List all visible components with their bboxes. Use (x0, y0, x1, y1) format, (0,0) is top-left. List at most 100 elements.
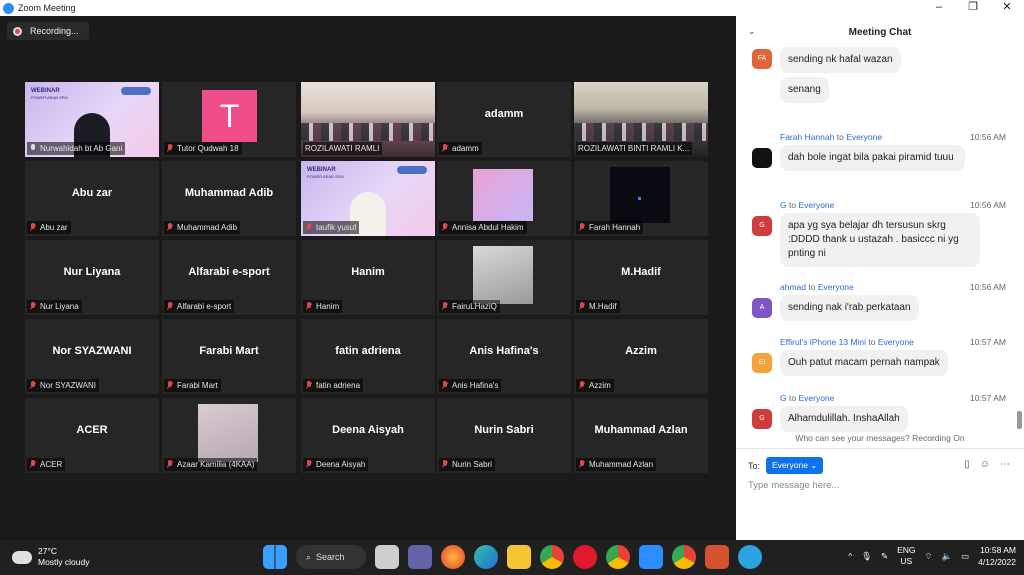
sender-name[interactable]: Farah Hannah (780, 132, 834, 142)
participant-name: Muhammad Adib (177, 223, 238, 232)
sender-name[interactable]: ahmad (780, 282, 806, 292)
message-sender[interactable]: G to Everyone (780, 200, 834, 210)
participant-tile[interactable]: ROZILAWATI RAMLI (301, 82, 435, 157)
message-bubble[interactable]: sending nk hafal wazan (780, 47, 901, 73)
message-sender[interactable]: Farah Hannah to Everyone (780, 132, 882, 142)
more-icon[interactable]: ⋯ (1000, 459, 1010, 470)
recipient-name[interactable]: Everyone (818, 282, 854, 292)
message-bubble[interactable]: Alhamdulillah. InshaAllah (780, 406, 908, 432)
windows-start-icon[interactable] (263, 545, 287, 569)
participant-tile[interactable]: WEBINAR POWER ARAB SPM taufik yusuf (301, 161, 435, 236)
chat-scrollbar[interactable] (1017, 411, 1022, 429)
muted-microphone-icon (441, 460, 449, 469)
task-view-icon[interactable] (375, 545, 399, 569)
message-sender[interactable]: Effirul's iPhone 13 Mini to Everyone (780, 337, 914, 347)
recipient-name[interactable]: Everyone (798, 393, 834, 403)
participant-tile[interactable]: Nur Liyana Nur Liyana (25, 240, 159, 315)
participant-tile[interactable]: fatin adriena fatin adriena (301, 319, 435, 394)
edge-icon[interactable] (474, 545, 498, 569)
zoom-icon[interactable] (639, 545, 663, 569)
participant-tile[interactable]: Azaar Kamilia (4KAA) (162, 398, 296, 473)
message-sender[interactable]: ahmad to Everyone (780, 282, 854, 292)
message-bubble[interactable]: apa yg sya belajar dh tersusun skrg :DDD… (780, 213, 980, 267)
clock[interactable]: 10:58 AM 4/12/2022 (978, 544, 1016, 568)
chrome-icon[interactable] (540, 545, 564, 569)
muted-microphone-icon (29, 223, 37, 232)
participant-tile[interactable]: Farah Hannah (574, 161, 708, 236)
message-bubble[interactable]: Ouh patut macam pernah nampak (780, 350, 948, 376)
participant-name-label: Abu zar (27, 221, 71, 234)
participant-tile[interactable]: ACER ACER (25, 398, 159, 473)
microphone-icon[interactable]: 🎙 (861, 551, 872, 562)
participant-tile[interactable]: ROZILAWATI BINTI RAMLI K... (574, 82, 708, 157)
chrome-alt-icon[interactable] (672, 545, 696, 569)
participant-tile[interactable]: Abu zar Abu zar (25, 161, 159, 236)
participant-tile[interactable]: M.Hadif M.Hadif (574, 240, 708, 315)
participant-tile[interactable]: Muhammad Adib Muhammad Adib (162, 161, 296, 236)
sender-avatar[interactable]: EI (752, 353, 772, 373)
volume-icon[interactable]: 🔈 (942, 551, 953, 562)
participant-tile[interactable]: Hanim Hanim (301, 240, 435, 315)
participant-tile[interactable]: Nor SYAZWANI Nor SYAZWANI (25, 319, 159, 394)
sender-name[interactable]: Effirul's iPhone 13 Mini (780, 337, 866, 347)
language-indicator[interactable]: ENG US (897, 545, 915, 567)
participant-name-label: M.Hadif (576, 300, 620, 313)
participant-tile[interactable]: FairuLHaziQ (437, 240, 571, 315)
message-sender[interactable]: G to Everyone (780, 393, 834, 403)
battery-icon[interactable]: ▭ (961, 551, 969, 562)
participant-tile[interactable]: T Tutor Qudwah 18 (162, 82, 296, 157)
maximize-button[interactable]: ❐ (956, 0, 990, 16)
file-explorer-icon[interactable] (507, 545, 531, 569)
recipient-name[interactable]: Everyone (878, 337, 914, 347)
recipient-name[interactable]: Everyone (798, 200, 834, 210)
participant-tile[interactable]: Azzim Azzim (574, 319, 708, 394)
sender-avatar[interactable]: G (752, 216, 772, 236)
message-bubble[interactable]: dah bole ingat bila pakai piramid tuuu (780, 145, 965, 171)
emoji-icon[interactable]: ☺ (980, 459, 990, 470)
sender-name[interactable]: G (780, 200, 787, 210)
participant-tile[interactable]: Deena Aisyah Deena Aisyah (301, 398, 435, 473)
participant-name: fatin adriena (316, 381, 361, 390)
participant-tile[interactable]: Farabi Mart Farabi Mart (162, 319, 296, 394)
wifi-icon[interactable]: ⌔ (925, 551, 933, 562)
chrome-profile-icon[interactable] (606, 545, 630, 569)
opera-icon[interactable] (573, 545, 597, 569)
participant-name: Muhammad Azlan (589, 460, 654, 469)
teams-icon[interactable] (408, 545, 432, 569)
sender-name[interactable]: G (780, 393, 787, 403)
to-word: to (836, 132, 844, 142)
message-bubble[interactable]: senang (780, 77, 829, 103)
telegram-icon[interactable] (738, 545, 762, 569)
to-word: to (789, 200, 797, 210)
sender-avatar[interactable]: FA (752, 49, 772, 69)
participant-tile[interactable]: WEBINAR POWER ARAB SPM Nurwahidah bt Ab Ga… (25, 82, 159, 157)
participant-display-name: Azzim (625, 345, 657, 357)
file-icon[interactable]: ▯ (964, 459, 970, 470)
participant-tile[interactable]: adamm adamm (437, 82, 571, 157)
participant-tile[interactable]: Alfarabi e-sport Alfarabi e-sport (162, 240, 296, 315)
message-input[interactable]: Type message here... (748, 480, 839, 491)
powerpoint-icon[interactable] (705, 545, 729, 569)
sender-avatar[interactable]: G (752, 409, 772, 429)
recording-indicator[interactable]: Recording... (7, 22, 89, 40)
participant-tile[interactable]: Nurin Sabri Nurin Sabri (437, 398, 571, 473)
participant-tile[interactable]: Annisa Abdul Hakim (437, 161, 571, 236)
recipient-name[interactable]: Everyone (846, 132, 882, 142)
message-list[interactable]: FA sending nk hafal wazan senang Farah Hann… (736, 44, 1024, 434)
pen-icon[interactable]: ✎ (881, 551, 888, 562)
minimize-button[interactable]: – (922, 0, 956, 16)
participant-tile[interactable]: Anis Hafina's Anis Hafina's (437, 319, 571, 394)
participant-tile[interactable]: Muhammad Azlan Muhammad Azlan (574, 398, 708, 473)
message-bubble[interactable]: sending nak i'rab perkataan (780, 295, 919, 321)
participant-name-label: Muhammad Adib (164, 221, 241, 234)
sender-avatar[interactable]: A (752, 298, 772, 318)
firefox-icon[interactable] (441, 545, 465, 569)
close-button[interactable]: ✕ (990, 0, 1024, 16)
recipient-dropdown[interactable]: Everyone ⌄ (766, 457, 824, 474)
chevron-up-icon[interactable]: ^ (848, 551, 852, 561)
message-time: 10:56 AM (970, 200, 1006, 210)
search-button[interactable]: ⌕ Search (296, 545, 366, 569)
visibility-notice[interactable]: Who can see your messages? Recording On (736, 433, 1024, 443)
sender-avatar[interactable] (752, 148, 772, 168)
weather-widget[interactable]: 27°C Mostly cloudy (9, 546, 90, 568)
